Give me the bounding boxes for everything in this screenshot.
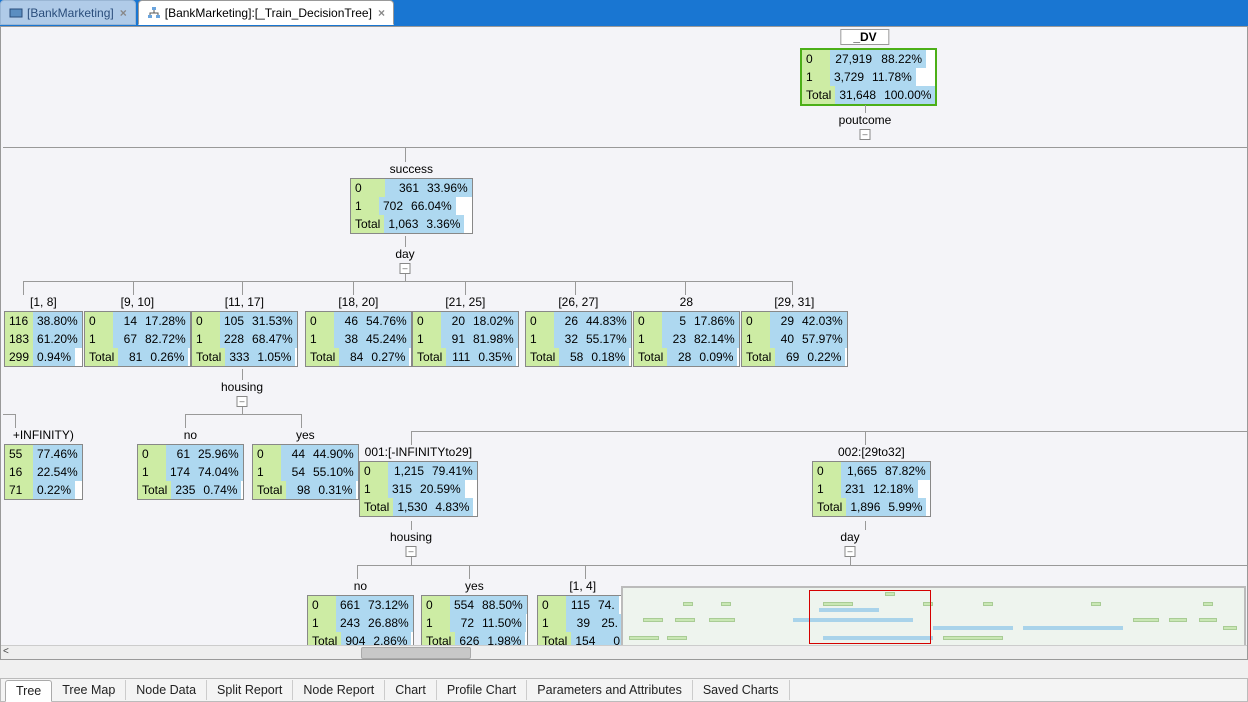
split-day-2: day <box>840 530 859 544</box>
node-day-1-8[interactable]: [1, 8] 11638.80% 18361.20% 2990.94% <box>4 295 83 367</box>
expander-icon[interactable]: – <box>860 129 871 140</box>
tree-canvas[interactable]: _DV 027,91988.22% 13,72911.78% Total31,6… <box>0 26 1248 660</box>
tab-label: [BankMarketing] <box>27 6 114 20</box>
document-tabs: [BankMarketing] × [BankMarketing]:[_Trai… <box>0 0 396 25</box>
expander-icon[interactable]: – <box>237 396 248 407</box>
close-icon[interactable]: × <box>120 6 127 20</box>
scroll-left-icon[interactable]: < <box>3 646 9 657</box>
node-day2-1-4[interactable]: [1, 4] 011574. 13925. Total1540. <box>537 579 628 651</box>
node-root[interactable]: 027,91988.22% 13,72911.78% Total31,64810… <box>800 48 937 106</box>
close-icon[interactable]: × <box>378 6 385 20</box>
minimap-viewport[interactable] <box>809 590 931 644</box>
view-tabs: Tree Tree Map Node Data Split Report Nod… <box>0 678 1248 702</box>
btab-node-data[interactable]: Node Data <box>126 680 207 700</box>
expander-icon[interactable]: – <box>400 263 411 274</box>
h-scrollbar[interactable]: < <box>1 645 1247 659</box>
btab-profile-chart[interactable]: Profile Chart <box>437 680 527 700</box>
expander-icon[interactable]: – <box>406 546 417 557</box>
node-001[interactable]: 001:[-INFINITYto29] 01,21579.41% 131520.… <box>359 445 478 517</box>
split-poutcome: poutcome <box>839 113 892 127</box>
node-day-9-10[interactable]: [9, 10] 01417.28% 16782.72% Total810.26% <box>84 295 191 367</box>
node-housing2-no[interactable]: no 066173.12% 124326.88% Total9042.86% <box>307 579 414 651</box>
node-day-28[interactable]: 28 0517.86% 12382.14% Total280.09% <box>633 295 740 367</box>
btab-node-report[interactable]: Node Report <box>293 680 385 700</box>
split-housing-2: housing <box>390 530 432 544</box>
btab-tree-map[interactable]: Tree Map <box>52 680 126 700</box>
btab-parameters[interactable]: Parameters and Attributes <box>527 680 693 700</box>
tab-bankmarketing[interactable]: [BankMarketing] × <box>0 0 136 25</box>
node-housing-no[interactable]: no 06125.96% 117474.04% Total2350.74% <box>137 428 244 500</box>
node-day-29-31[interactable]: [29, 31] 02942.03% 14057.97% Total690.22… <box>741 295 848 367</box>
root-var-label: _DV <box>840 29 889 45</box>
node-success[interactable]: success 036133.96% 170266.04% Total1,063… <box>350 162 473 234</box>
h-scrollbar-thumb[interactable] <box>361 647 471 659</box>
btab-saved-charts[interactable]: Saved Charts <box>693 680 790 700</box>
tab-train-decisiontree[interactable]: [BankMarketing]:[_Train_DecisionTree] × <box>138 0 394 25</box>
node-housing2-yes[interactable]: yes 055488.50% 17211.50% Total6261.98% <box>421 579 528 651</box>
node-002[interactable]: 002:[29to32] 01,66587.82% 123112.18% Tot… <box>812 445 931 517</box>
tree-icon <box>147 6 161 20</box>
node-day-21-25[interactable]: [21, 25] 02018.02% 19181.98% Total1110.3… <box>412 295 519 367</box>
node-housing-yes[interactable]: yes 04444.90% 15455.10% Total980.31% <box>252 428 359 500</box>
btab-chart[interactable]: Chart <box>385 680 437 700</box>
split-housing: housing <box>221 380 263 394</box>
split-day: day <box>395 247 414 261</box>
node-day-26-27[interactable]: [26, 27] 02644.83% 13255.17% Total580.18… <box>525 295 632 367</box>
btab-tree[interactable]: Tree <box>5 680 52 702</box>
tab-label: [BankMarketing]:[_Train_DecisionTree] <box>165 6 372 20</box>
dataset-icon <box>9 6 23 20</box>
btab-split-report[interactable]: Split Report <box>207 680 293 700</box>
node-day-18-20[interactable]: [18, 20] 04654.76% 13845.24% Total840.27… <box>305 295 412 367</box>
expander-icon[interactable]: – <box>845 546 856 557</box>
node-day-11-17[interactable]: [11, 17] 010531.53% 122868.47% Total3331… <box>191 295 298 367</box>
node-infinity[interactable]: +INFINITY) 5577.46% 1622.54% 710.22% <box>4 428 83 500</box>
